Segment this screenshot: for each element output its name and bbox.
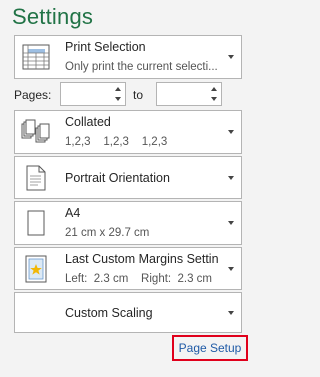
spin-up-icon[interactable]	[115, 87, 121, 91]
orientation-dropdown[interactable]: Portrait Orientation	[14, 156, 242, 199]
spin-up-icon[interactable]	[211, 87, 217, 91]
collated-pages-icon	[21, 115, 51, 149]
paper-size-description: 21 cm x 29.7 cm	[65, 227, 150, 239]
print-what-description: Only print the current selecti...	[65, 61, 218, 73]
orientation-label: Portrait Orientation	[65, 170, 170, 185]
scaling-label: Custom Scaling	[65, 305, 153, 320]
print-what-label: Print Selection	[65, 40, 146, 54]
spin-down-icon[interactable]	[211, 97, 217, 101]
chevron-down-icon	[228, 130, 234, 134]
chevron-down-icon	[228, 221, 234, 225]
portrait-page-icon	[21, 161, 51, 195]
collation-label: Collated	[65, 115, 111, 129]
sheet-grid-icon	[21, 40, 51, 74]
custom-margins-icon	[21, 252, 51, 286]
page-setup-label[interactable]: Page Setup	[179, 341, 242, 355]
chevron-down-icon	[228, 266, 234, 271]
margins-label: Last Custom Margins Setting	[65, 251, 219, 266]
pages-label: Pages:	[14, 88, 52, 102]
settings-title: Settings	[12, 4, 94, 29]
margins-description: Left: 2.3 cm Right: 2.3 cm	[65, 272, 213, 285]
pages-to-spinner[interactable]	[156, 82, 222, 106]
collation-description: 1,2,3 1,2,3 1,2,3	[65, 136, 168, 148]
page-setup-link[interactable]: Page Setup	[172, 335, 248, 361]
pages-from-spinner[interactable]	[60, 82, 126, 106]
spin-down-icon[interactable]	[115, 97, 121, 101]
pages-to-label: to	[133, 88, 144, 102]
paper-size-label: A4	[65, 206, 81, 220]
collation-dropdown[interactable]: Collated 1,2,3 1,2,3 1,2,3	[14, 110, 242, 154]
chevron-down-icon	[228, 310, 234, 315]
scaling-dropdown[interactable]: Custom Scaling	[14, 292, 242, 333]
pages-range-row: Pages: to	[0, 82, 269, 108]
paper-size-icon	[21, 206, 51, 240]
paper-size-dropdown[interactable]: A4 21 cm x 29.7 cm	[14, 201, 242, 245]
print-what-dropdown[interactable]: Print Selection Only print the current s…	[14, 35, 242, 79]
chevron-down-icon	[228, 175, 234, 180]
margins-dropdown[interactable]: Last Custom Margins Setting Left: 2.3 cm…	[14, 247, 242, 290]
chevron-down-icon	[228, 55, 234, 59]
